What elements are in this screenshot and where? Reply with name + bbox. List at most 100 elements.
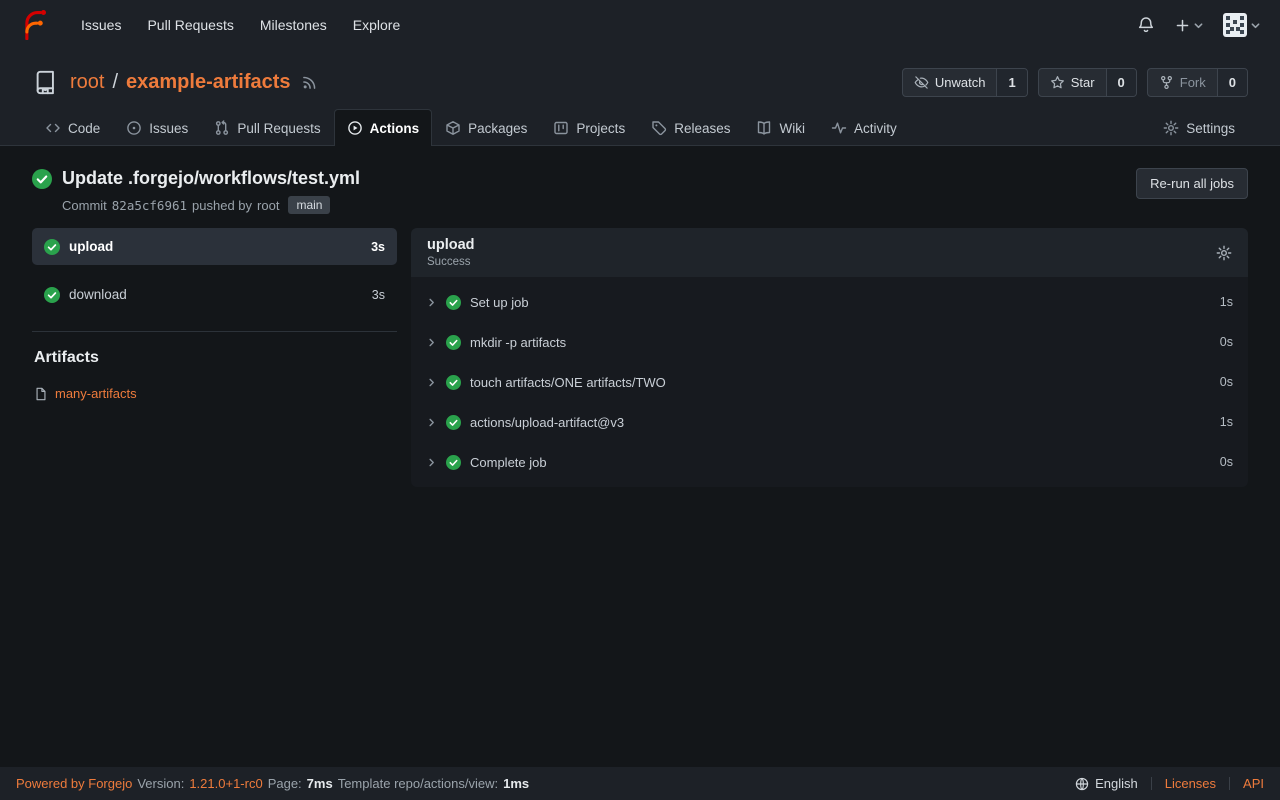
tab-releases-label: Releases — [674, 121, 730, 136]
page-time-value: 7ms — [307, 776, 333, 791]
commit-sha[interactable]: 82a5cf6961 — [112, 198, 187, 213]
tab-settings[interactable]: Settings — [1150, 109, 1248, 146]
tab-activity[interactable]: Activity — [818, 109, 910, 146]
create-new-button[interactable] — [1175, 18, 1203, 33]
tab-pull-requests[interactable]: Pull Requests — [201, 109, 333, 146]
nav-explore[interactable]: Explore — [342, 9, 411, 41]
step-row-touch-artifacts[interactable]: touch artifacts/ONE artifacts/TWO 0s — [411, 362, 1248, 402]
step-name: mkdir -p artifacts — [470, 335, 1211, 350]
page-footer: Powered by Forgejo Version: 1.21.0+1-rc0… — [0, 767, 1280, 800]
step-duration: 1s — [1220, 415, 1233, 429]
success-icon — [446, 335, 461, 350]
branch-badge[interactable]: main — [288, 196, 330, 214]
job-sidebar: upload 3s download 3s Artifacts many-art… — [32, 228, 397, 487]
tab-issues-label: Issues — [149, 121, 188, 136]
chevron-right-icon — [426, 337, 437, 348]
nav-issues[interactable]: Issues — [70, 9, 132, 41]
tab-code[interactable]: Code — [32, 109, 113, 146]
repo-separator: / — [112, 71, 118, 94]
repo-owner-link[interactable]: root — [70, 71, 104, 94]
nav-pull-requests[interactable]: Pull Requests — [136, 9, 244, 41]
job-duration: 3s — [371, 240, 385, 254]
powered-by-link[interactable]: Powered by Forgejo — [16, 776, 132, 791]
forks-count[interactable]: 0 — [1217, 69, 1247, 96]
job-detail-panel: upload Success Set up job 1s mkdir — [411, 228, 1248, 487]
step-name: Set up job — [470, 295, 1211, 310]
step-row-set-up-job[interactable]: Set up job 1s — [411, 282, 1248, 322]
chevron-down-icon — [1251, 21, 1260, 30]
page-time-label: Page: — [268, 776, 302, 791]
success-icon — [446, 415, 461, 430]
tab-releases[interactable]: Releases — [638, 109, 743, 146]
step-duration: 0s — [1220, 375, 1233, 389]
footer-divider — [1229, 777, 1230, 790]
artifact-link-many-artifacts[interactable]: many-artifacts — [34, 386, 395, 401]
rss-button[interactable] — [302, 75, 317, 90]
pushed-by-label: pushed by — [192, 198, 252, 213]
language-menu[interactable]: English — [1075, 776, 1138, 791]
fork-button[interactable]: Fork — [1148, 69, 1217, 96]
job-detail-titles: upload Success — [427, 237, 475, 268]
watch-button-group: Unwatch 1 — [902, 68, 1028, 97]
chevron-right-icon — [426, 297, 437, 308]
chevron-right-icon — [426, 377, 437, 388]
footer-divider — [1151, 777, 1152, 790]
nav-milestones[interactable]: Milestones — [249, 9, 338, 41]
forgejo-logo[interactable] — [20, 10, 50, 40]
top-navbar: Issues Pull Requests Milestones Explore — [0, 0, 1280, 50]
star-button[interactable]: Star — [1039, 69, 1106, 96]
rerun-all-jobs-button[interactable]: Re-run all jobs — [1136, 168, 1248, 199]
notifications-button[interactable] — [1137, 16, 1155, 34]
step-row-complete-job[interactable]: Complete job 0s — [411, 442, 1248, 482]
run-body: upload 3s download 3s Artifacts many-art… — [32, 228, 1248, 487]
run-title: Update .forgejo/workflows/test.yml — [62, 168, 360, 189]
success-icon — [446, 455, 461, 470]
commit-label: Commit — [62, 198, 107, 213]
run-title-row: Update .forgejo/workflows/test.yml — [32, 168, 360, 189]
step-row-upload-artifact[interactable]: actions/upload-artifact@v3 1s — [411, 402, 1248, 442]
repo-name-link[interactable]: example-artifacts — [126, 71, 291, 94]
job-item-upload[interactable]: upload 3s — [32, 228, 397, 265]
success-icon — [32, 169, 52, 189]
artifacts-heading: Artifacts — [34, 349, 395, 367]
watchers-count[interactable]: 1 — [996, 69, 1026, 96]
fork-icon — [1159, 75, 1174, 90]
pulse-icon — [831, 120, 847, 136]
template-time-label: Template repo/actions/view: — [338, 776, 498, 791]
run-subtitle: Commit 82a5cf6961 pushed by root main — [62, 196, 360, 214]
job-item-download[interactable]: download 3s — [32, 276, 397, 313]
tab-packages-label: Packages — [468, 121, 527, 136]
tab-wiki[interactable]: Wiki — [743, 109, 818, 146]
unwatch-button[interactable]: Unwatch — [903, 69, 997, 96]
step-duration: 0s — [1220, 335, 1233, 349]
tab-issues[interactable]: Issues — [113, 109, 201, 146]
api-link[interactable]: API — [1243, 776, 1264, 791]
success-icon — [446, 295, 461, 310]
run-header: Update .forgejo/workflows/test.yml Commi… — [32, 168, 1248, 214]
avatar — [1223, 13, 1247, 37]
step-row-mkdir[interactable]: mkdir -p artifacts 0s — [411, 322, 1248, 362]
job-options-button[interactable] — [1216, 245, 1232, 261]
pusher-name[interactable]: root — [257, 198, 279, 213]
repo-header: root / example-artifacts Unwatch 1 — [0, 50, 1280, 146]
job-name: download — [69, 287, 127, 302]
licenses-link[interactable]: Licenses — [1165, 776, 1216, 791]
repo-title-row: root / example-artifacts Unwatch 1 — [32, 68, 1248, 97]
step-name: Complete job — [470, 455, 1211, 470]
step-list: Set up job 1s mkdir -p artifacts 0s touc… — [411, 277, 1248, 487]
stars-count[interactable]: 0 — [1106, 69, 1136, 96]
version-link[interactable]: 1.21.0+1-rc0 — [189, 776, 262, 791]
template-time-value: 1ms — [503, 776, 529, 791]
star-button-group: Star 0 — [1038, 68, 1137, 97]
forgejo-logo-icon — [20, 10, 50, 40]
navbar-links: Issues Pull Requests Milestones Explore — [70, 9, 411, 41]
success-icon — [44, 239, 60, 255]
user-menu-button[interactable] — [1223, 13, 1260, 37]
tab-projects[interactable]: Projects — [540, 109, 638, 146]
chevron-right-icon — [426, 417, 437, 428]
unwatch-label: Unwatch — [935, 75, 986, 90]
tab-packages[interactable]: Packages — [432, 109, 540, 146]
repo-tabs: Code Issues Pull Requests Actions Packag… — [32, 109, 1248, 145]
tab-actions[interactable]: Actions — [334, 109, 433, 146]
file-icon — [34, 387, 48, 401]
